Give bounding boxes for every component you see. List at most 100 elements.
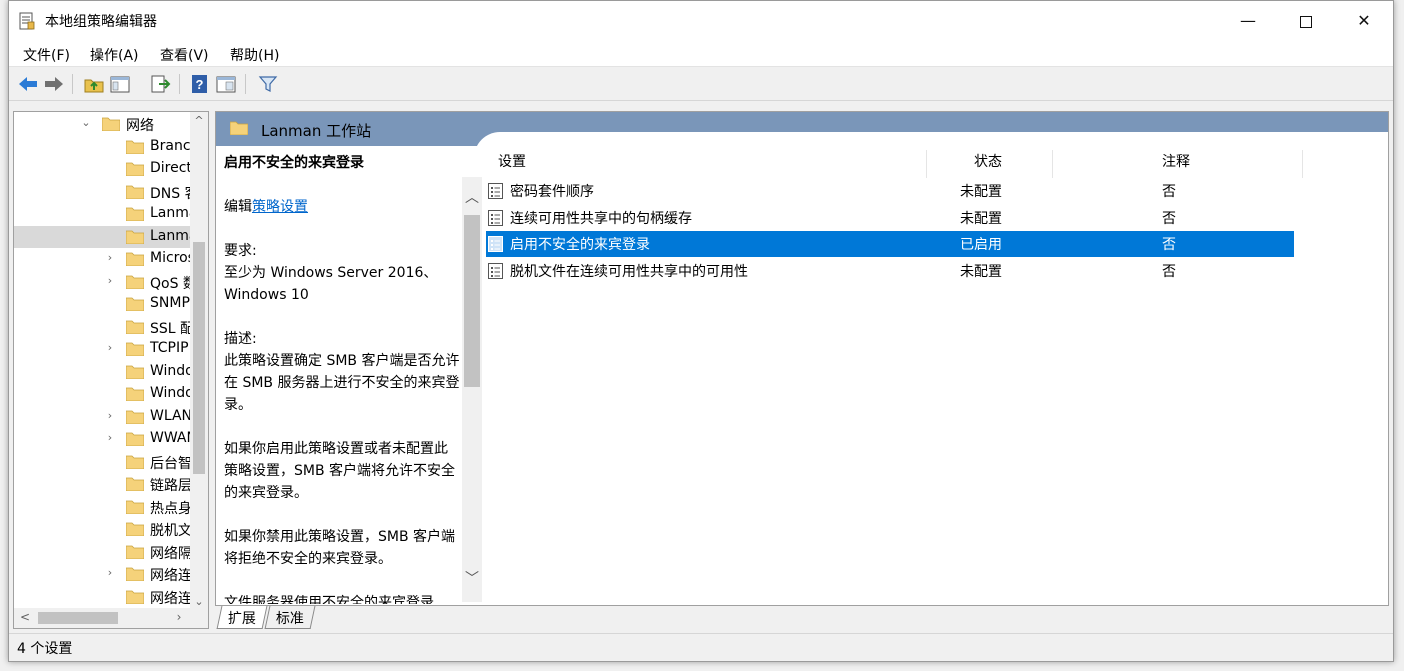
- tree-item[interactable]: 脱机文: [14, 518, 192, 540]
- edit-prefix: 编辑: [224, 199, 252, 215]
- setting-comment: 否: [1162, 237, 1176, 253]
- tree-item[interactable]: DNS 客: [14, 181, 192, 203]
- expand-icon[interactable]: ›: [104, 409, 116, 422]
- policy-setting-icon: [488, 236, 503, 252]
- folder-icon: [126, 590, 144, 604]
- folder-icon: [126, 545, 144, 559]
- expand-icon[interactable]: ›: [104, 341, 116, 354]
- tree-item[interactable]: 后台智: [14, 451, 192, 473]
- status-text: 4 个设置: [17, 641, 73, 657]
- scroll-up-icon[interactable]: ︿: [462, 187, 482, 207]
- policy-editor-app-icon: [19, 12, 35, 30]
- tree-vertical-scrollbar[interactable]: ^ ⌄: [190, 112, 208, 610]
- tree-item[interactable]: Direct: [14, 158, 192, 180]
- setting-state: 未配置: [960, 210, 1002, 227]
- folder-icon: [126, 432, 144, 446]
- tree-item[interactable]: 网络隔: [14, 541, 192, 563]
- folder-icon: [126, 230, 144, 244]
- tree-item[interactable]: › Micros: [14, 248, 192, 270]
- edit-policy-link[interactable]: 策略设置: [252, 199, 308, 215]
- description-para-4: 文件服务器使用不安全的来宾登录: [224, 595, 434, 604]
- tree-item[interactable]: SNMP: [14, 293, 192, 315]
- folder-icon: [126, 140, 144, 154]
- toolbar-separator: [72, 74, 73, 94]
- close-button[interactable]: ✕: [1335, 1, 1393, 41]
- tab-standard[interactable]: 标准: [264, 606, 316, 629]
- folder-up-icon[interactable]: [83, 73, 105, 95]
- tree-item[interactable]: › WWAN: [14, 428, 192, 450]
- scroll-thumb[interactable]: [464, 215, 480, 387]
- menu-view[interactable]: 查看(V): [160, 45, 209, 65]
- minimize-button[interactable]: —: [1219, 1, 1277, 41]
- setting-name: 密码套件顺序: [510, 184, 594, 200]
- scroll-thumb[interactable]: [38, 612, 118, 624]
- details-pane: Lanman 工作站 启用不安全的来宾登录 编辑策略设置 要求: 至少为 Win…: [215, 111, 1389, 606]
- menu-action[interactable]: 操作(A): [90, 45, 139, 65]
- tree-item[interactable]: › TCPIP: [14, 338, 192, 360]
- tree-item[interactable]: Windo: [14, 361, 192, 383]
- expand-icon[interactable]: ⌄: [80, 116, 92, 129]
- expand-icon[interactable]: ›: [104, 274, 116, 287]
- tree-item[interactable]: › 网络连: [14, 563, 192, 585]
- maximize-button[interactable]: [1277, 1, 1335, 41]
- tree-item[interactable]: › WLAN: [14, 406, 192, 428]
- expand-icon[interactable]: ›: [104, 566, 116, 579]
- column-separator[interactable]: [1302, 150, 1303, 178]
- console-tree-icon[interactable]: [109, 73, 131, 95]
- tree-item[interactable]: 链路层: [14, 473, 192, 495]
- tree-item[interactable]: SSL 配: [14, 316, 192, 338]
- setting-row[interactable]: 脱机文件在连续可用性共享中的可用性 未配置 否: [486, 258, 1294, 284]
- tree-item-label: 网络隔: [150, 545, 192, 562]
- scroll-thumb[interactable]: [193, 242, 205, 474]
- policy-setting-icon: [488, 183, 503, 199]
- extended-description: 启用不安全的来宾登录 编辑策略设置 要求: 至少为 Windows Server…: [224, 152, 461, 604]
- setting-row[interactable]: 连续可用性共享中的句柄缓存 未配置 否: [486, 205, 1294, 231]
- setting-state: 已启用: [960, 237, 1002, 253]
- scroll-right-icon[interactable]: ›: [170, 610, 188, 624]
- column-header-comment[interactable]: 注释: [1162, 148, 1190, 178]
- tree-item[interactable]: › QoS 数: [14, 271, 192, 293]
- properties-icon[interactable]: [215, 73, 237, 95]
- menu-file[interactable]: 文件(F): [23, 45, 70, 65]
- folder-icon: [102, 117, 120, 131]
- scroll-up-icon[interactable]: ^: [190, 114, 208, 127]
- back-arrow-icon[interactable]: [17, 73, 39, 95]
- expand-icon[interactable]: ›: [104, 251, 116, 264]
- setting-row[interactable]: 启用不安全的来宾登录 已启用 否: [486, 231, 1294, 257]
- folder-icon: [126, 320, 144, 334]
- column-separator[interactable]: [926, 150, 927, 178]
- filter-icon[interactable]: [257, 73, 279, 95]
- tree-item[interactable]: Windo: [14, 383, 192, 405]
- tree-item[interactable]: 热点身: [14, 496, 192, 518]
- tree-item[interactable]: Lanma: [14, 225, 192, 248]
- forward-arrow-icon[interactable]: [43, 73, 65, 95]
- column-header-setting[interactable]: 设置: [498, 148, 526, 178]
- expand-icon[interactable]: ›: [104, 431, 116, 444]
- help-icon[interactable]: ?: [189, 73, 211, 95]
- setting-state: 未配置: [960, 263, 1002, 280]
- scroll-down-icon[interactable]: ﹀: [462, 568, 482, 588]
- requirements-text: 至少为 Windows Server 2016、Windows 10: [224, 265, 438, 303]
- setting-row[interactable]: 密码套件顺序 未配置 否: [486, 178, 1294, 204]
- tree-item[interactable]: 网络连: [14, 586, 192, 608]
- scroll-left-icon[interactable]: <: [16, 610, 34, 624]
- setting-comment: 否: [1162, 184, 1176, 200]
- column-separator[interactable]: [1052, 150, 1053, 178]
- tree-item-label: SSL 配: [150, 320, 192, 337]
- tree-item[interactable]: Lanma: [14, 203, 192, 225]
- column-header-state[interactable]: 状态: [974, 148, 1002, 178]
- description-scrollbar[interactable]: ︿ ﹀: [462, 177, 482, 602]
- tree-item-label: Micros: [150, 250, 192, 266]
- folder-icon: [126, 500, 144, 514]
- scroll-down-icon[interactable]: ⌄: [190, 595, 208, 608]
- tree-item[interactable]: ⌄ 网络: [14, 113, 192, 135]
- console-tree: ⌄ 网络 Branch Direct DNS 客 Lanma Lanma › Micros › Qo…: [13, 111, 209, 629]
- export-list-icon[interactable]: [149, 73, 171, 95]
- tree-item[interactable]: Branch: [14, 136, 192, 158]
- description-para-3: 如果你禁用此策略设置，SMB 客户端将拒绝不安全的来宾登录。: [224, 529, 456, 567]
- tab-extended[interactable]: 扩展: [216, 606, 268, 629]
- tree-horizontal-scrollbar[interactable]: < ›: [14, 608, 208, 628]
- setting-comment: 否: [1162, 210, 1176, 227]
- tree-item-label: 网络连: [150, 590, 192, 607]
- menu-help[interactable]: 帮助(H): [230, 45, 279, 65]
